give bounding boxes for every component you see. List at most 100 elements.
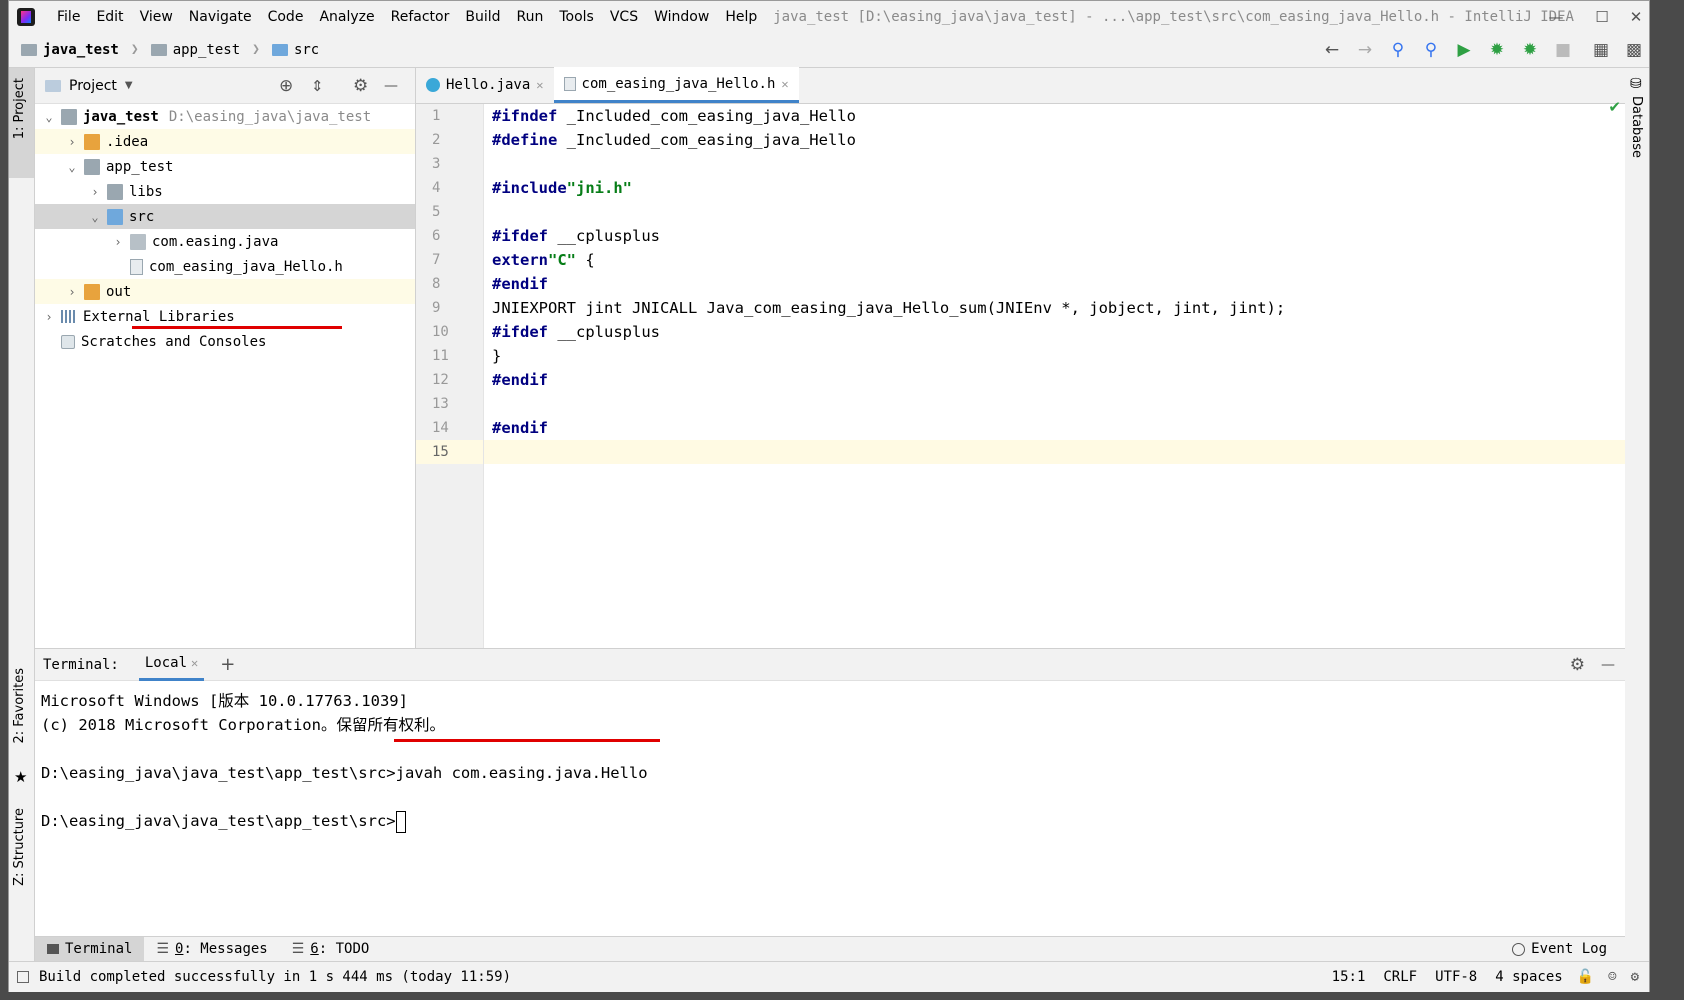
code-line: #endif bbox=[484, 272, 1625, 296]
tool-tab-event-log[interactable]: Event Log bbox=[1500, 937, 1619, 962]
menu-code[interactable]: Code bbox=[260, 9, 312, 25]
toggle-tool-windows-icon[interactable] bbox=[17, 971, 29, 983]
left-tool-strip: 1: Project 2: Favorites ★ Z: Structure bbox=[9, 68, 35, 961]
presentation-icon[interactable]: ▩ bbox=[1620, 32, 1648, 68]
hide-icon[interactable]: — bbox=[1601, 657, 1615, 673]
tab-header-file[interactable]: com_easing_java_Hello.h ✕ bbox=[553, 67, 799, 103]
new-tab-plus-icon[interactable]: + bbox=[220, 654, 235, 675]
menu-run[interactable]: Run bbox=[509, 9, 552, 25]
favorites-tool-tab[interactable]: 2: Favorites bbox=[12, 668, 27, 744]
coverage-icon[interactable]: ✹ bbox=[1516, 32, 1544, 68]
tree-item-out[interactable]: › out bbox=[35, 279, 415, 304]
breadcrumb-item-app-test[interactable]: app_test bbox=[173, 42, 240, 58]
todo-icon: ☰ bbox=[291, 941, 305, 957]
chevron-right-icon[interactable]: › bbox=[64, 285, 80, 299]
chevron-down-icon[interactable]: ▼ bbox=[125, 80, 133, 91]
stop-icon[interactable]: ■ bbox=[1549, 32, 1577, 68]
terminal-title: Terminal: bbox=[43, 656, 119, 673]
tree-item-com-easing-java[interactable]: › com.easing.java bbox=[35, 229, 415, 254]
close-tab-icon[interactable]: ✕ bbox=[781, 77, 788, 91]
find-usages-icon[interactable]: ⚲ bbox=[1417, 32, 1445, 68]
tab-label: Terminal bbox=[65, 941, 133, 957]
menu-window[interactable]: Window bbox=[646, 9, 717, 25]
terminal-icon bbox=[47, 944, 59, 954]
lock-icon[interactable]: 🔓 bbox=[1577, 969, 1594, 985]
chevron-right-icon[interactable]: › bbox=[41, 310, 57, 324]
database-tool-tab[interactable]: Database bbox=[1629, 96, 1644, 158]
locate-icon[interactable]: ⊕ bbox=[279, 76, 293, 96]
tree-item-libs[interactable]: › libs bbox=[35, 179, 415, 204]
tree-item-header-file[interactable]: com_easing_java_Hello.h bbox=[35, 254, 415, 279]
tool-tab-terminal[interactable]: Terminal bbox=[35, 936, 145, 962]
scratches-icon bbox=[61, 334, 75, 349]
terminal-output[interactable]: Microsoft Windows [版本 10.0.17763.1039] (c… bbox=[35, 681, 1625, 841]
inspector-icon[interactable]: ☺ bbox=[1608, 969, 1616, 985]
project-view-selector[interactable]: Project bbox=[69, 78, 117, 94]
menu-help[interactable]: Help bbox=[717, 9, 765, 25]
code-line: #endif bbox=[484, 368, 1625, 392]
keyword: #ifdef bbox=[492, 227, 548, 245]
menu-build[interactable]: Build bbox=[457, 9, 508, 25]
run-icon[interactable]: ▶ bbox=[1450, 32, 1478, 68]
close-tab-icon[interactable]: ✕ bbox=[191, 656, 198, 670]
menu-edit[interactable]: Edit bbox=[88, 9, 131, 25]
inspection-ok-icon[interactable]: ✔ bbox=[1608, 98, 1621, 116]
menu-tools[interactable]: Tools bbox=[551, 9, 602, 25]
code-text: JNIEXPORT jint JNICALL Java_com_easing_j… bbox=[492, 299, 1286, 317]
indent-setting[interactable]: 4 spaces bbox=[1495, 969, 1562, 985]
tree-item-scratches[interactable]: Scratches and Consoles bbox=[35, 329, 415, 354]
breadcrumb-item-src[interactable]: src bbox=[294, 42, 319, 58]
search-icon[interactable]: ⚲ bbox=[1384, 32, 1412, 68]
menu-analyze[interactable]: Analyze bbox=[311, 9, 382, 25]
status-message[interactable]: Build completed successfully in 1 s 444 … bbox=[39, 969, 511, 985]
file-encoding[interactable]: UTF-8 bbox=[1435, 969, 1477, 985]
line-number: 5 bbox=[432, 204, 441, 220]
terminal-tab-local[interactable]: Local ✕ bbox=[138, 649, 205, 681]
gear-icon[interactable]: ⚙ bbox=[353, 76, 368, 96]
menu-view[interactable]: View bbox=[132, 9, 181, 25]
tab-hello-java[interactable]: Hello.java ✕ bbox=[416, 67, 554, 103]
chevron-right-icon[interactable]: › bbox=[110, 235, 126, 249]
line-number: 8 bbox=[432, 276, 441, 292]
close-window-icon[interactable]: ✕ bbox=[1613, 1, 1659, 32]
tree-label: Scratches and Consoles bbox=[81, 333, 267, 350]
string-literal: "jni.h" bbox=[566, 179, 632, 197]
chevron-down-icon[interactable]: ⌄ bbox=[64, 160, 80, 174]
line-separator[interactable]: CRLF bbox=[1383, 969, 1417, 985]
back-arrow-icon[interactable]: ← bbox=[1318, 32, 1346, 68]
tree-item-app-test[interactable]: ⌄ app_test bbox=[35, 154, 415, 179]
gear-icon[interactable]: ⚙ bbox=[1570, 655, 1585, 675]
line-number: 10 bbox=[432, 324, 449, 340]
caret-position[interactable]: 15:1 bbox=[1332, 969, 1366, 985]
project-structure-icon[interactable]: ▦ bbox=[1587, 32, 1615, 68]
project-tool-tab[interactable]: 1: Project bbox=[12, 78, 27, 139]
keyword: extern bbox=[492, 251, 548, 269]
tree-label: .idea bbox=[106, 133, 149, 150]
tool-tab-todo[interactable]: ☰ 6: TODO bbox=[280, 937, 382, 962]
tree-item-idea[interactable]: › .idea bbox=[35, 129, 415, 154]
menu-vcs[interactable]: VCS bbox=[602, 9, 646, 25]
memory-indicator-icon[interactable]: ⚙ bbox=[1631, 969, 1639, 985]
minimize-icon[interactable]: — bbox=[1533, 1, 1579, 32]
menu-refactor[interactable]: Refactor bbox=[383, 9, 458, 25]
chevron-right-icon[interactable]: › bbox=[87, 185, 103, 199]
chevron-down-icon[interactable]: ⌄ bbox=[87, 210, 103, 224]
keyword: #ifndef bbox=[492, 107, 558, 125]
close-tab-icon[interactable]: ✕ bbox=[536, 78, 543, 92]
hide-icon[interactable]: — bbox=[384, 78, 398, 94]
tree-item-java-test[interactable]: ⌄ java_test D:\easing_java\java_test bbox=[35, 104, 415, 129]
collapse-all-icon[interactable]: ⇕ bbox=[311, 77, 324, 95]
tool-tab-messages[interactable]: ☰ 0: Messages bbox=[144, 937, 279, 962]
menu-navigate[interactable]: Navigate bbox=[181, 9, 260, 25]
forward-arrow-icon[interactable]: → bbox=[1351, 32, 1379, 68]
breadcrumb-item-java-test[interactable]: java_test bbox=[43, 42, 119, 58]
structure-tool-tab[interactable]: Z: Structure bbox=[12, 808, 27, 886]
line-number: 12 bbox=[432, 372, 449, 388]
chevron-right-icon[interactable]: › bbox=[64, 135, 80, 149]
tree-item-src[interactable]: ⌄ src bbox=[35, 204, 415, 229]
code-area[interactable]: #ifndef _Included_com_easing_java_Hello … bbox=[484, 104, 1625, 648]
debug-icon[interactable]: ✹ bbox=[1483, 32, 1511, 68]
menu-file[interactable]: File bbox=[49, 9, 88, 25]
chevron-down-icon[interactable]: ⌄ bbox=[41, 110, 57, 124]
